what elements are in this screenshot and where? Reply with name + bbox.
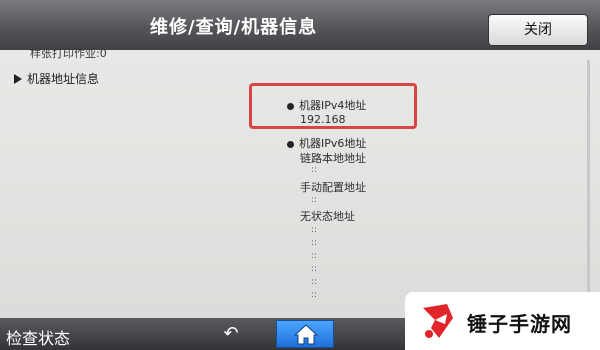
manual-config-label: 手动配置地址 — [300, 181, 366, 194]
section-label: 机器地址信息 — [27, 72, 100, 86]
manual-config-value: :: — [311, 195, 318, 205]
scrollbar[interactable] — [582, 60, 594, 305]
title-bar: 维修/查询/机器信息 关闭 — [0, 0, 600, 50]
stateless-value-5: :: — [311, 277, 318, 287]
scrollbar-track[interactable] — [587, 60, 590, 305]
stateless-value-6: :: — [311, 290, 318, 300]
sample-print-job-line: 样张打印作业:0 — [30, 47, 107, 60]
bullet-icon — [287, 102, 294, 110]
link-local-label: 链路本地地址 — [300, 152, 366, 165]
stateless-value-1: :: — [311, 225, 318, 235]
check-status-button[interactable]: 检查状态 — [6, 325, 70, 349]
watermark-badge: 锤子手游网 — [405, 292, 600, 350]
machine-info-panel: 样张打印作业:0 机器地址信息 机器IPv4地址 192.168 机器IPv6地… — [0, 45, 600, 320]
watermark-text: 锤子手游网 — [467, 312, 572, 336]
stateless-label: 无状态地址 — [300, 210, 355, 223]
ipv4-label: 机器IPv4地址 — [299, 99, 367, 112]
ipv6-label-row: 机器IPv6地址 — [287, 135, 366, 151]
back-arrow-icon[interactable]: ↶ — [216, 323, 246, 345]
stateless-value-3: :: — [311, 251, 318, 261]
home-icon — [294, 324, 318, 345]
stateless-value-4: :: — [311, 264, 318, 274]
ipv6-label: 机器IPv6地址 — [299, 137, 367, 150]
close-button[interactable]: 关闭 — [488, 14, 588, 46]
machine-address-section[interactable]: 机器地址信息 — [14, 70, 99, 87]
ipv4-label-row: 机器IPv4地址 — [287, 97, 366, 113]
page-title: 维修/查询/机器信息 — [150, 17, 318, 38]
bullet-icon — [287, 140, 294, 148]
home-button[interactable] — [276, 320, 334, 348]
stateless-value-2: :: — [311, 238, 318, 248]
screen: 维修/查询/机器信息 关闭 样张打印作业:0 机器地址信息 机器IPv4地址 1… — [0, 0, 600, 350]
expand-triangle-icon — [14, 73, 22, 84]
link-local-value: :: — [311, 165, 318, 175]
ipv4-value: 192.168 — [300, 113, 346, 126]
hammer-logo-icon — [423, 304, 453, 338]
